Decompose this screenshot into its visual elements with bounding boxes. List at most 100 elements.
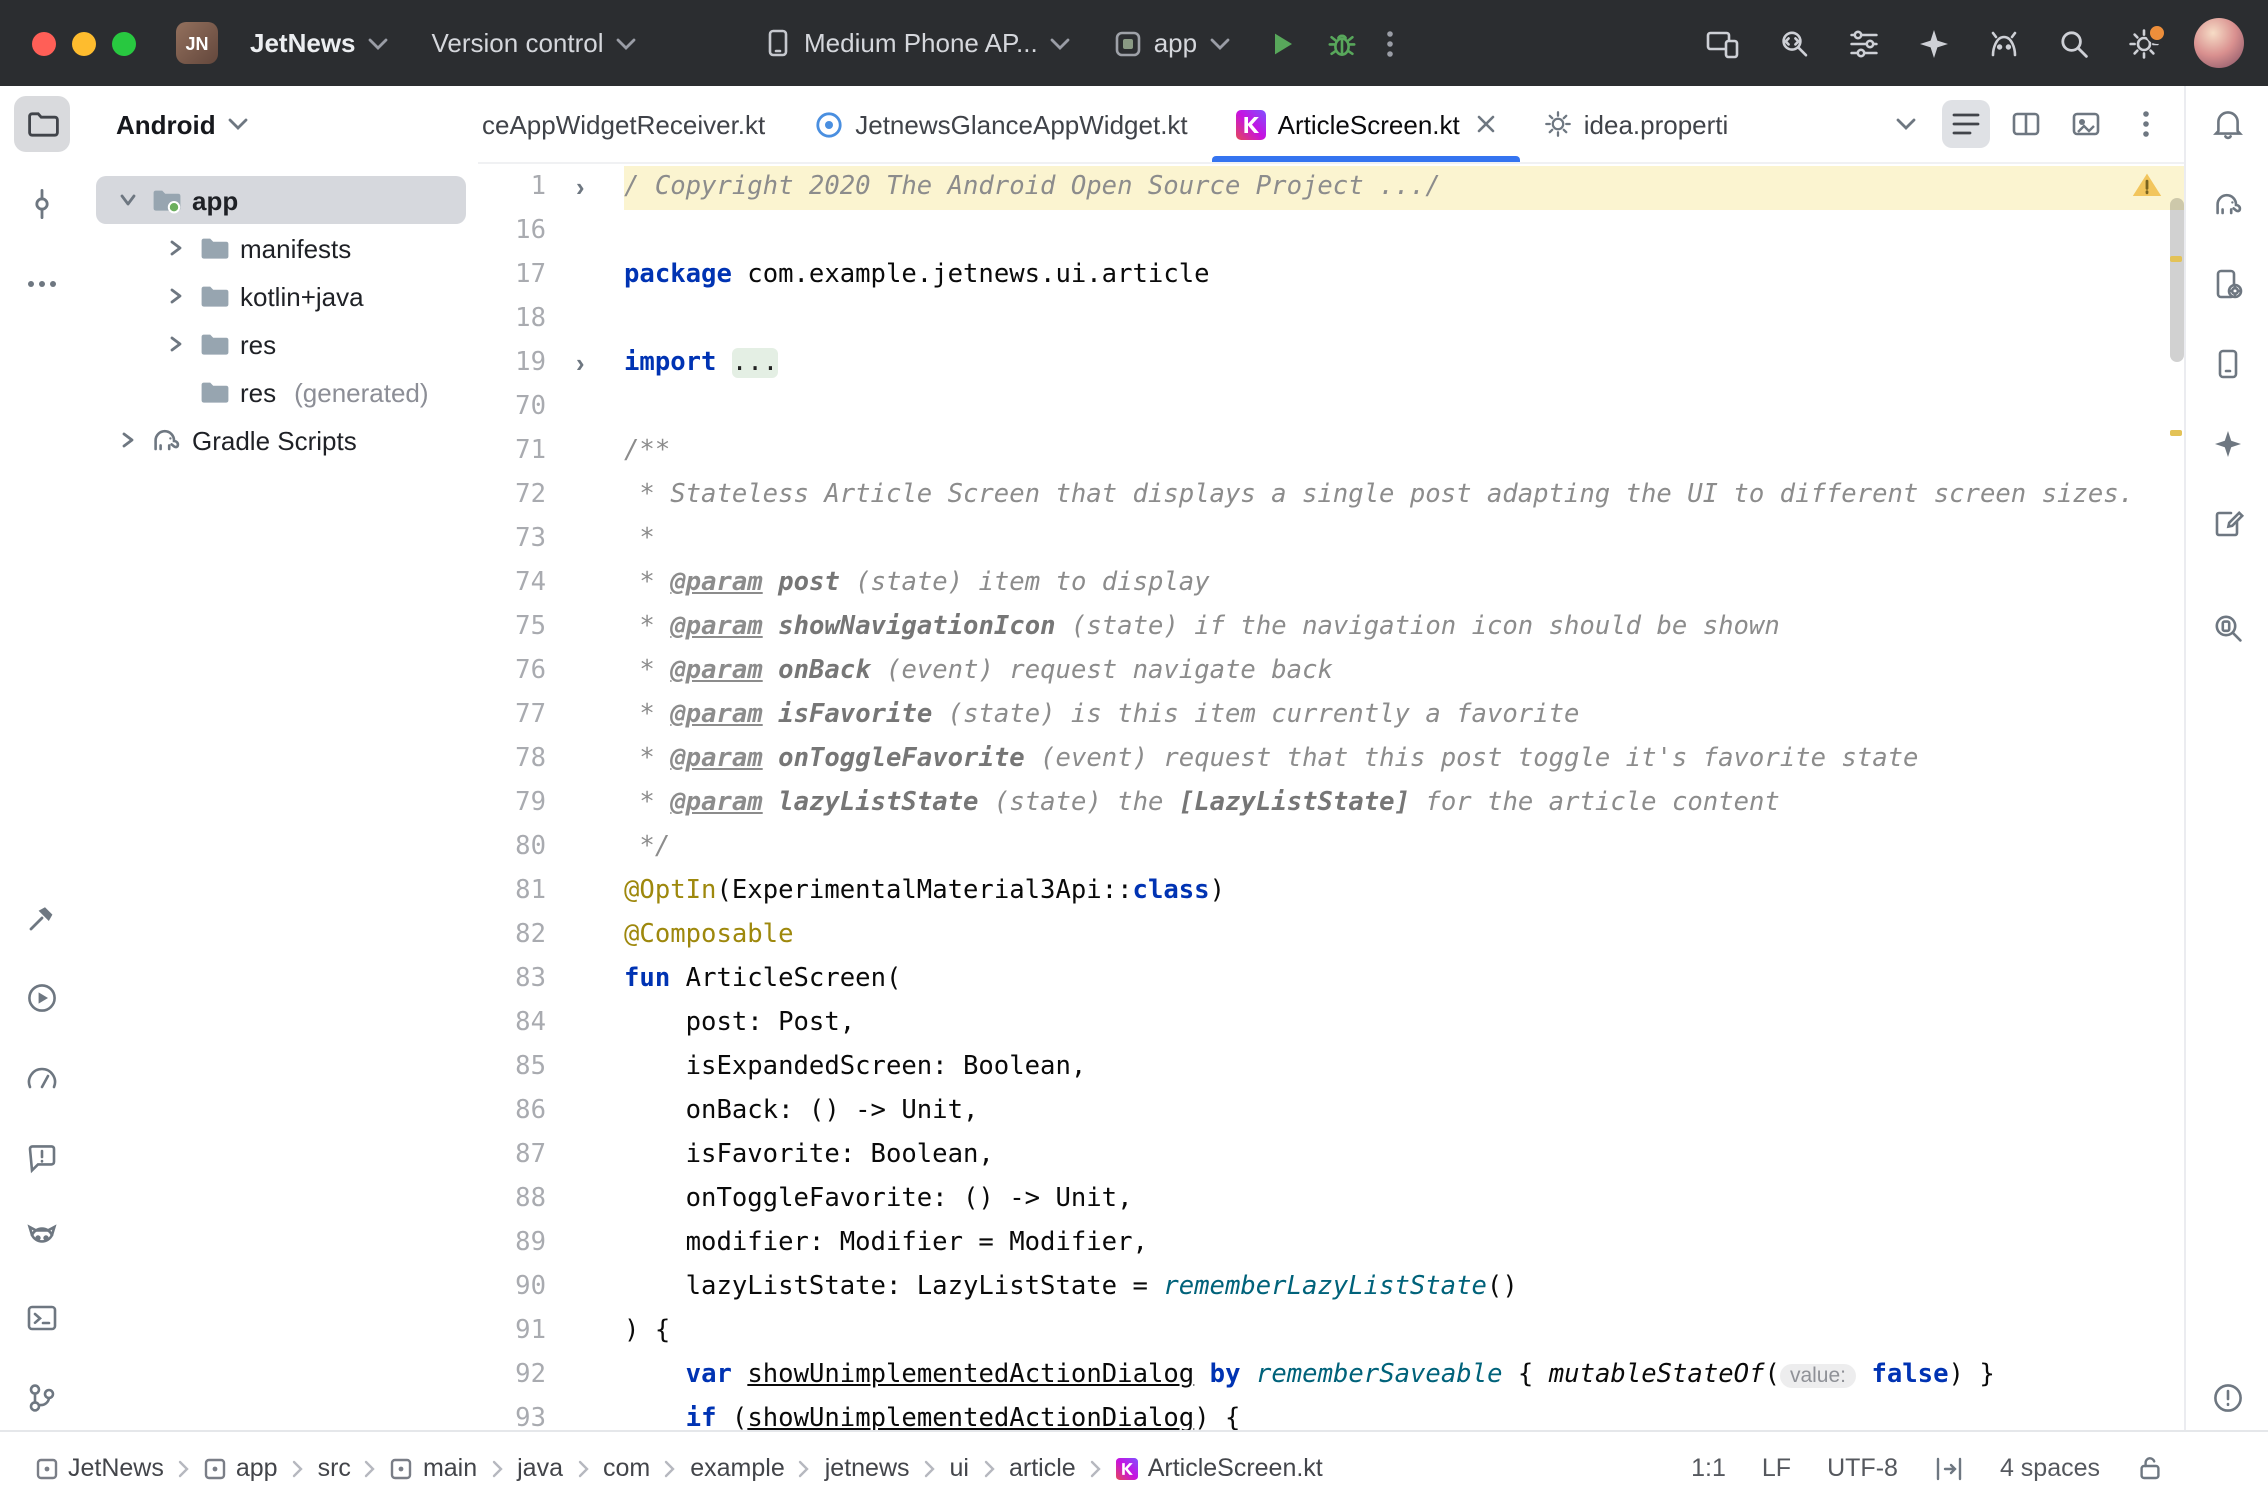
warning-stripe-mark[interactable] <box>2170 256 2182 262</box>
project-menu-button[interactable]: JetNews <box>238 20 400 66</box>
lock-icon[interactable] <box>2136 1454 2164 1482</box>
notifications-icon[interactable] <box>2199 96 2255 152</box>
breadcrumb-main[interactable]: main <box>391 1454 477 1482</box>
device-mirroring-icon[interactable] <box>1702 23 1744 63</box>
breadcrumb-jetnews[interactable]: jetnews <box>825 1454 910 1482</box>
running-devices-icon[interactable] <box>2199 336 2255 392</box>
indent-icon[interactable] <box>1934 1455 1964 1481</box>
code-line[interactable]: 71/** <box>478 430 2186 474</box>
code-line[interactable]: 16 <box>478 210 2186 254</box>
tree-item-kotlin-java[interactable]: kotlin+java <box>96 272 466 320</box>
breadcrumb-com[interactable]: com <box>603 1454 650 1482</box>
close-window-button[interactable] <box>32 31 56 55</box>
device-manager-icon[interactable] <box>2199 256 2255 312</box>
code-line[interactable]: 77 * @param isFavorite (state) is this i… <box>478 694 2186 738</box>
code-line[interactable]: 78 * @param onToggleFavorite (event) req… <box>478 738 2186 782</box>
code-editor[interactable]: 1›/ Copyright 2020 The Android Open Sour… <box>478 162 2186 1432</box>
code-line[interactable]: 75 * @param showNavigationIcon (state) i… <box>478 606 2186 650</box>
breadcrumb-app[interactable]: app <box>204 1454 278 1482</box>
tree-item-res[interactable]: res <box>96 320 466 368</box>
breadcrumb-project[interactable]: JetNews <box>36 1454 164 1482</box>
code-line[interactable]: 18 <box>478 298 2186 342</box>
code-line[interactable]: 87 isFavorite: Boolean, <box>478 1134 2186 1178</box>
debug-button[interactable] <box>1321 23 1361 63</box>
encoding-widget[interactable]: UTF-8 <box>1827 1454 1898 1482</box>
code-line[interactable]: 82@Composable <box>478 914 2186 958</box>
app-quality-insights-tool-button[interactable] <box>14 1130 70 1186</box>
code-line[interactable]: 1›/ Copyright 2020 The Android Open Sour… <box>478 166 2186 210</box>
run-tool-button[interactable] <box>14 970 70 1026</box>
breadcrumb-java[interactable]: java <box>517 1454 563 1482</box>
warning-stripe-mark[interactable] <box>2170 430 2182 436</box>
more-editor-options-icon[interactable] <box>2122 100 2170 148</box>
tab-idea-properties[interactable]: idea.properti <box>1520 86 1753 162</box>
chevron-expanded-icon[interactable] <box>116 190 140 210</box>
indent-widget[interactable]: 4 spaces <box>2000 1454 2100 1482</box>
code-line[interactable]: 79 * @param lazyListState (state) the [L… <box>478 782 2186 826</box>
caret-position-widget[interactable]: 1:1 <box>1691 1454 1726 1482</box>
chevron-collapsed-icon[interactable] <box>164 286 188 306</box>
settings-icon[interactable] <box>2124 23 2164 63</box>
tree-item-res-generated[interactable]: res (generated) <box>96 368 466 416</box>
tab-articlescreen[interactable]: ArticleScreen.kt <box>1212 86 1520 162</box>
device-selector-button[interactable]: Medium Phone AP... <box>752 20 1082 66</box>
run-button[interactable] <box>1261 23 1301 63</box>
gemini-icon[interactable] <box>1914 23 1954 63</box>
code-line[interactable]: 17package com.example.jetnews.ui.article <box>478 254 2186 298</box>
tree-item-manifests[interactable]: manifests <box>96 224 466 272</box>
edit-document-icon[interactable] <box>2199 496 2255 552</box>
assistant-icon[interactable] <box>1984 23 2024 63</box>
tree-item-app[interactable]: app <box>96 176 466 224</box>
search-icon[interactable] <box>2054 23 2094 63</box>
more-run-options-button[interactable] <box>1381 23 1397 63</box>
chevron-collapsed-icon[interactable] <box>164 334 188 354</box>
code-line[interactable]: 90 lazyListState: LazyListState = rememb… <box>478 1266 2186 1310</box>
design-view-icon[interactable] <box>2062 100 2110 148</box>
code-line[interactable]: 70 <box>478 386 2186 430</box>
code-line[interactable]: 74 * @param post (state) item to display <box>478 562 2186 606</box>
vcs-menu-button[interactable]: Version control <box>420 20 648 66</box>
layout-inspector-icon[interactable] <box>2199 600 2255 656</box>
code-line[interactable]: 83fun ArticleScreen( <box>478 958 2186 1002</box>
warning-icon[interactable] <box>2132 172 2162 198</box>
chevron-collapsed-icon[interactable] <box>164 238 188 258</box>
close-tab-icon[interactable] <box>1476 114 1496 134</box>
version-control-tool-button[interactable] <box>14 1370 70 1426</box>
gradle-icon[interactable] <box>2199 176 2255 232</box>
code-line[interactable]: 93 if (showUnimplementedActionDialog) { <box>478 1398 2186 1432</box>
editor-scrollbar[interactable] <box>2170 198 2184 362</box>
code-search-icon[interactable] <box>1774 23 1814 63</box>
breadcrumb-file[interactable]: ArticleScreen.kt <box>1116 1454 1323 1482</box>
code-line[interactable]: 86 onBack: () -> Unit, <box>478 1090 2186 1134</box>
project-tool-button[interactable] <box>14 96 70 152</box>
run-configuration-button[interactable]: app <box>1102 20 1241 66</box>
display-options-icon[interactable] <box>1844 23 1884 63</box>
code-line[interactable]: 85 isExpandedScreen: Boolean, <box>478 1046 2186 1090</box>
line-separator-widget[interactable]: LF <box>1762 1454 1791 1482</box>
fullscreen-window-button[interactable] <box>112 31 136 55</box>
more-tool-windows-button[interactable] <box>14 256 70 312</box>
code-line[interactable]: 88 onToggleFavorite: () -> Unit, <box>478 1178 2186 1222</box>
code-line[interactable]: 92 var showUnimplementedActionDialog by … <box>478 1354 2186 1398</box>
code-view-icon[interactable] <box>1942 100 1990 148</box>
commit-tool-button[interactable] <box>14 176 70 232</box>
terminal-tool-button[interactable] <box>14 1290 70 1346</box>
breadcrumb-article[interactable]: article <box>1009 1454 1076 1482</box>
code-line[interactable]: 72 * Stateless Article Screen that displ… <box>478 474 2186 518</box>
build-tool-button[interactable] <box>14 890 70 946</box>
code-line[interactable]: 91) { <box>478 1310 2186 1354</box>
code-line[interactable]: 84 post: Post, <box>478 1002 2186 1046</box>
gemini-tool-icon[interactable] <box>2199 416 2255 472</box>
breadcrumb-src[interactable]: src <box>318 1454 351 1482</box>
logcat-tool-button[interactable] <box>14 1210 70 1266</box>
profiler-tool-button[interactable] <box>14 1050 70 1106</box>
project-view-selector[interactable]: Android <box>84 86 478 162</box>
code-line[interactable]: 81@OptIn(ExperimentalMaterial3Api::class… <box>478 870 2186 914</box>
code-line[interactable]: 73 * <box>478 518 2186 562</box>
breadcrumb-example[interactable]: example <box>690 1454 785 1482</box>
breadcrumb-ui[interactable]: ui <box>950 1454 969 1482</box>
avatar[interactable] <box>2194 18 2244 68</box>
problems-icon[interactable] <box>2199 1370 2255 1426</box>
tab-glanceappwidgetreceiver[interactable]: ceAppWidgetReceiver.kt <box>478 86 789 162</box>
tab-jetnewsglanceappwidget[interactable]: JetnewsGlanceAppWidget.kt <box>789 86 1211 162</box>
